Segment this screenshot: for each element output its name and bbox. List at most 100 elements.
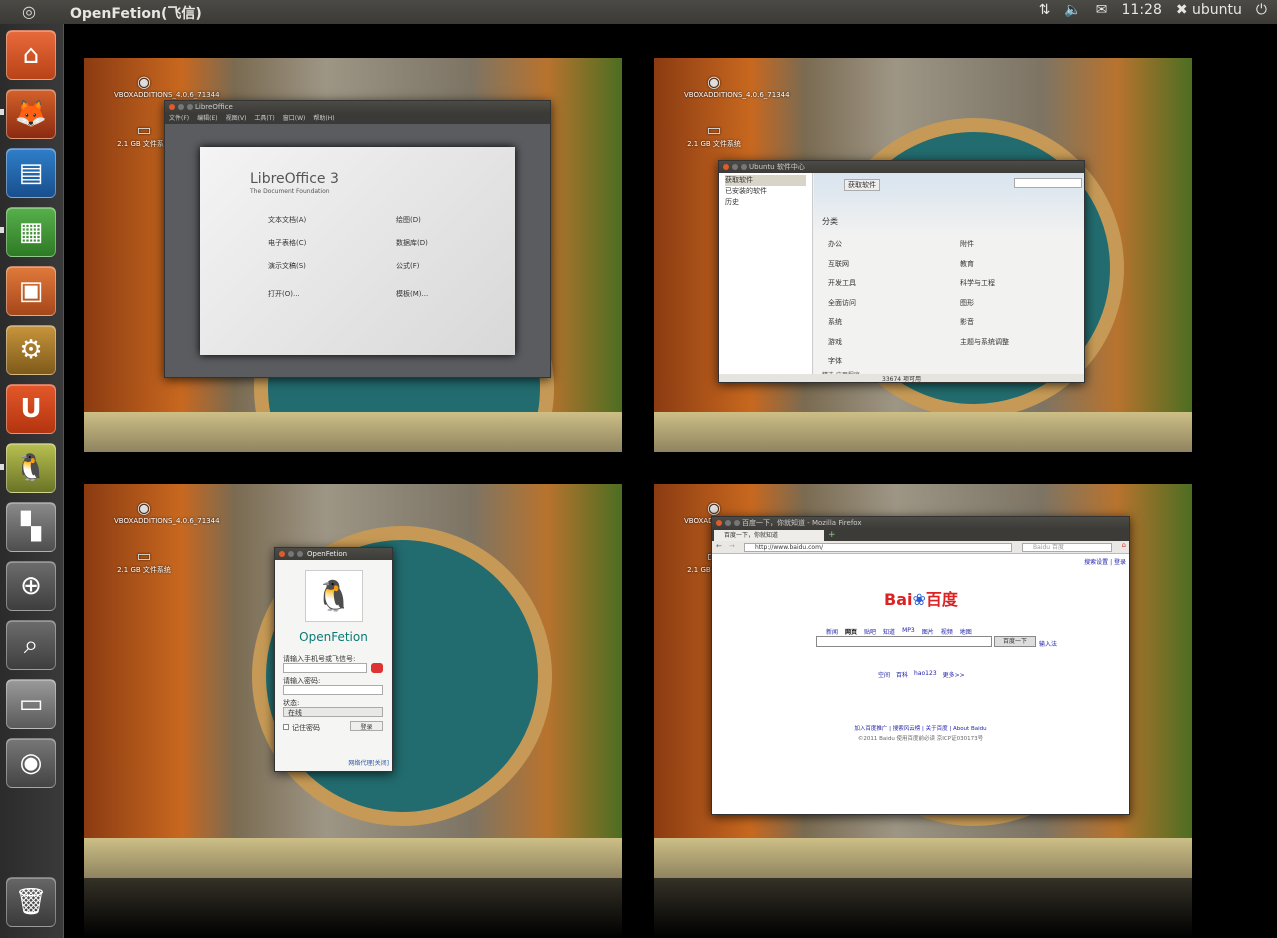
workspace-switcher-icon[interactable]: ▚	[6, 502, 56, 552]
extra-link[interactable]: 更多>>	[943, 670, 965, 679]
proxy-link[interactable]: 网络代理[关闭]	[348, 758, 389, 767]
user-menu[interactable]: ✖ ubuntu	[1176, 2, 1242, 18]
side-installed[interactable]: 已安装的软件	[725, 186, 806, 197]
item-impress[interactable]: 演示文稿(S)	[268, 261, 306, 271]
cat[interactable]: 教育	[960, 255, 1009, 275]
workspace-2[interactable]: ◉ VBOXADDITIONS_4.0.6_71344 ▭ 2.1 GB 文件系统 …	[654, 58, 1192, 452]
password-input[interactable]	[283, 685, 383, 695]
software-center-window[interactable]: Ubuntu 软件中心 获取软件 已安装的软件 历史 获取软件 分类 办公 互联…	[718, 160, 1085, 383]
item-math[interactable]: 公式(F)	[396, 261, 420, 271]
menu-item[interactable]: 编辑(E)	[197, 113, 217, 124]
forward-icon[interactable]: →	[729, 542, 735, 550]
desktop-icon-cd[interactable]: ◉VBOXADDITIONS_4.0.6_71344	[684, 72, 790, 99]
firefox-icon[interactable]: 🦊	[6, 89, 56, 139]
menu-item[interactable]: 窗口(W)	[283, 113, 306, 124]
item-open[interactable]: 打开(O)...	[268, 289, 300, 299]
menu-item[interactable]: 文件(F)	[169, 113, 189, 124]
ubuntu-one-icon[interactable]: U	[6, 384, 56, 434]
openfetion-window[interactable]: OpenFetion 🐧 OpenFetion 请输入手机号或飞信号: 请输入密…	[274, 547, 393, 772]
menu-bar: 文件(F) 编辑(E) 视图(V) 工具(T) 窗口(W) 帮助(H)	[165, 113, 550, 124]
clock[interactable]: 11:28	[1122, 2, 1162, 18]
network-icon[interactable]: ⇅	[1039, 2, 1051, 18]
new-tab-icon[interactable]: +	[828, 530, 836, 540]
cat[interactable]: 图形	[960, 294, 1009, 314]
nav-link[interactable]: 图片	[922, 627, 934, 636]
status-select[interactable]: 在线	[283, 707, 383, 717]
trash-icon[interactable]: 🗑	[6, 877, 56, 927]
cat[interactable]: 科学与工程	[960, 274, 1009, 294]
workspace-3[interactable]: ◉ VBOXADDITIONS_4.0.6_71344 ▭ 2.1 GB 文件系统 …	[84, 484, 622, 878]
input-method-link[interactable]: 输入法	[1039, 639, 1057, 648]
desktop-icon-fs[interactable]: ▭2.1 GB 文件系统	[684, 120, 744, 149]
cat[interactable]: 主题与系统调整	[960, 333, 1009, 353]
cat[interactable]: 附件	[960, 235, 1009, 255]
desktop-icon-fs[interactable]: ▭2.1 GB 文件系统	[114, 546, 174, 575]
footer-links[interactable]: 加入百度推广 | 搜索风云榜 | 关于百度 | About Baidu	[712, 724, 1129, 732]
nav-link[interactable]: 贴吧	[864, 627, 876, 636]
power-icon[interactable]: ⏻	[1256, 2, 1267, 18]
firefox-window[interactable]: 百度一下，你就知道 - Mozilla Firefox 百度一下，你就知道 + …	[711, 516, 1130, 815]
drive-icon[interactable]: ▭	[6, 679, 56, 729]
login-button[interactable]: 登录	[350, 721, 383, 731]
extra-link[interactable]: 空间	[878, 670, 890, 679]
cat[interactable]: 游戏	[828, 333, 856, 353]
remember-checkbox[interactable]	[283, 724, 289, 730]
clear-icon[interactable]	[371, 663, 383, 673]
search-box[interactable]: Baidu 百度	[1022, 543, 1112, 552]
cat[interactable]: 系统	[828, 313, 856, 333]
nav-link[interactable]: 知道	[883, 627, 895, 636]
top-links[interactable]: 搜索设置 | 登录	[1084, 557, 1126, 566]
nav-link[interactable]: MP3	[902, 627, 915, 636]
calc-icon[interactable]: ▦	[6, 207, 56, 257]
cat[interactable]: 开发工具	[828, 274, 856, 294]
cat[interactable]: 办公	[828, 235, 856, 255]
nav-link[interactable]: 视频	[941, 627, 953, 636]
openfetion-icon[interactable]: 🐧	[6, 443, 56, 493]
cat[interactable]: 影音	[960, 313, 1009, 333]
cat[interactable]: 全面访问	[828, 294, 856, 314]
phone-input[interactable]	[283, 663, 367, 673]
menu-item[interactable]: 工具(T)	[254, 113, 274, 124]
volume-icon[interactable]: 🔈	[1064, 2, 1081, 18]
menu-item[interactable]: 视图(V)	[226, 113, 247, 124]
url-bar[interactable]: http://www.baidu.com/	[744, 543, 1012, 552]
extra-link[interactable]: hao123	[914, 670, 937, 679]
window-title: 百度一下，你就知道 - Mozilla Firefox	[742, 519, 862, 527]
cat[interactable]: 字体	[828, 352, 856, 372]
item-draw[interactable]: 绘图(D)	[396, 215, 421, 225]
nav-link[interactable]: 网页	[845, 627, 857, 636]
menu-item[interactable]: 帮助(H)	[313, 113, 334, 124]
desktop-icon-cd[interactable]: ◉VBOXADDITIONS_4.0.6_71344	[114, 72, 220, 99]
file-search-icon[interactable]: ⌕	[6, 620, 56, 670]
nav-link[interactable]: 新闻	[826, 627, 838, 636]
breadcrumb[interactable]: 获取软件	[844, 179, 880, 191]
mail-icon[interactable]: ✉	[1096, 2, 1108, 18]
side-get-software[interactable]: 获取软件	[725, 175, 806, 186]
item-writer[interactable]: 文本文档(A)	[268, 215, 306, 225]
workspace-4[interactable]: ◉VBOXADDITIONS_4.0.6_71344 ▭2.1 GB 文件系统 …	[654, 484, 1192, 878]
dash-search-icon[interactable]: ⊕	[6, 561, 56, 611]
back-icon[interactable]: ←	[716, 542, 722, 550]
extra-link[interactable]: 百科	[896, 670, 908, 679]
home-folder-icon[interactable]: ⌂	[6, 30, 56, 80]
cat[interactable]: 互联网	[828, 255, 856, 275]
search-input[interactable]	[1014, 178, 1082, 188]
item-base[interactable]: 数据库(D)	[396, 238, 428, 248]
ubuntu-logo-icon[interactable]: ◎	[18, 2, 40, 22]
impress-icon[interactable]: ▣	[6, 266, 56, 316]
cd-icon[interactable]: ◉	[6, 738, 56, 788]
software-center-icon[interactable]: ⚙	[6, 325, 56, 375]
desktop-icon-cd[interactable]: ◉VBOXADDITIONS_4.0.6_71344	[114, 498, 220, 525]
item-templates[interactable]: 模板(M)...	[396, 289, 428, 299]
search-button[interactable]: 百度一下	[994, 636, 1036, 647]
item-calc[interactable]: 电子表格(C)	[268, 238, 306, 248]
nav-link[interactable]: 地图	[960, 627, 972, 636]
side-history[interactable]: 历史	[725, 197, 806, 208]
libreoffice-window[interactable]: LibreOffice 文件(F) 编辑(E) 视图(V) 工具(T) 窗口(W) 帮助(…	[164, 100, 551, 378]
writer-icon[interactable]: ▤	[6, 148, 56, 198]
home-icon[interactable]: ⌂	[1122, 541, 1126, 549]
tab[interactable]: 百度一下，你就知道	[714, 530, 824, 541]
search-input[interactable]	[816, 636, 992, 647]
app-title: OpenFetion(飞信)	[70, 6, 202, 22]
workspace-1[interactable]: ◉ VBOXADDITIONS_4.0.6_71344 ▭ 2.1 GB 文件系统 …	[84, 58, 622, 452]
